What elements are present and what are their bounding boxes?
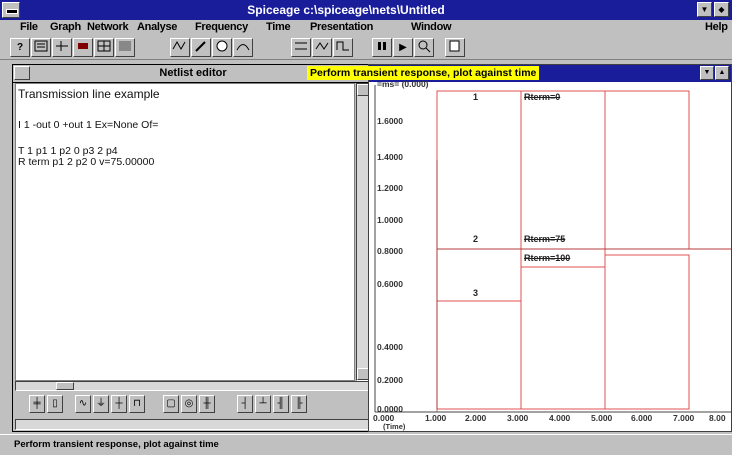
menu-presentation[interactable]: Presentation <box>310 21 373 33</box>
menu-window[interactable]: Window <box>411 21 452 33</box>
netlist-bottom-scrollbar[interactable] <box>15 419 371 430</box>
step-icon[interactable] <box>333 38 353 57</box>
status-text: Perform transient response, plot against… <box>14 439 219 450</box>
menu-file[interactable]: File <box>20 21 38 33</box>
time-icon[interactable] <box>312 38 332 57</box>
scroll-thumb[interactable] <box>56 382 74 390</box>
netlist-icon[interactable] <box>31 38 51 57</box>
cap-icon[interactable]: ╪ <box>29 395 45 413</box>
netlist-editor[interactable]: Transmission line example I 1 -out 0 +ou… <box>15 83 355 381</box>
netlist-line: R term p1 2 p2 0 v=75.00000 <box>18 156 155 168</box>
help-label: ? <box>16 42 24 53</box>
probe-comp-icon[interactable]: ┴ <box>255 395 271 413</box>
y-tick: 1.2000 <box>377 183 403 193</box>
annotation-label: Rterm=75 <box>524 234 566 244</box>
netlist-horizontal-scrollbar[interactable] <box>15 381 371 391</box>
restore-button[interactable]: ◆ <box>714 2 729 17</box>
x-tick: 4.000 <box>549 413 571 423</box>
ground-icon[interactable]: ⏚ <box>93 395 109 413</box>
netlist-line: Transmission line example <box>18 87 160 101</box>
trace-segment-3 <box>436 300 522 410</box>
x-tick: 5.000 <box>591 413 613 423</box>
menu-help[interactable]: Help <box>705 21 728 33</box>
segment-label: 1 <box>473 92 479 102</box>
run-label: ▶ <box>399 42 407 53</box>
segment-label: 3 <box>473 288 479 298</box>
plot-maximize-button[interactable]: ▲ <box>715 66 729 80</box>
trace-segment-3c <box>604 254 690 410</box>
y-tick: 0.4000 <box>377 342 403 352</box>
plot-area[interactable]: =ms= (0.000) 1.6000 1.4000 1.2000 1.0000… <box>369 79 731 431</box>
plot-window: Perform transient response, plot against… <box>307 64 732 432</box>
source-icon[interactable]: ⊓ <box>129 395 145 413</box>
plot-minimize-button[interactable]: ▼ <box>700 66 714 80</box>
status-bar: Perform transient response, plot against… <box>0 434 732 455</box>
x-tick: 1.000 <box>425 413 447 423</box>
x-tick: 6.000 <box>631 413 653 423</box>
grid-icon[interactable] <box>94 38 114 57</box>
port-icon[interactable]: ╢ <box>273 395 289 413</box>
x-axis-unit: (Time) <box>383 422 406 431</box>
export-icon[interactable] <box>445 38 465 57</box>
trace-segment-3b <box>520 266 606 410</box>
y-tick: 0.2000 <box>377 375 403 385</box>
menu-time[interactable]: Time <box>266 21 291 33</box>
pause-icon[interactable] <box>372 38 392 57</box>
inductor-icon[interactable]: ∿ <box>75 395 91 413</box>
y-tick: 1.0000 <box>377 215 403 225</box>
component-palette: ╪ ▯ ∿ ⏚ ┼ ⊓ ▢ ◎ ╫ ┤ ┴ ╢ ╟ <box>15 391 371 419</box>
wave-icon[interactable] <box>170 38 190 57</box>
netlist-line: I 1 -out 0 +out 1 Ex=None Of= <box>18 119 159 131</box>
circle-icon[interactable] <box>212 38 232 57</box>
x-tick: 7.000 <box>673 413 695 423</box>
x-tick: 8.00 <box>709 413 726 423</box>
plot-title: Perform transient response, plot against… <box>307 66 540 80</box>
coupler-icon[interactable]: ┤ <box>237 395 253 413</box>
menu-graph[interactable]: Graph <box>50 21 81 33</box>
probe-icon[interactable] <box>191 38 211 57</box>
help-icon[interactable]: ? <box>10 38 30 57</box>
port2-icon[interactable]: ╟ <box>291 395 307 413</box>
netlist-window: Netlist editor Transmission line example… <box>12 64 374 432</box>
trace-segment-1 <box>436 90 522 250</box>
zoom-icon[interactable] <box>414 38 434 57</box>
compare-icon[interactable] <box>291 38 311 57</box>
minimize-button[interactable]: ▼ <box>697 2 712 17</box>
annotation-label: Rterm=0 <box>524 92 561 102</box>
plot-header-label: =ms= (0.000) <box>377 79 429 89</box>
x-tick: 2.000 <box>465 413 487 423</box>
tline-icon[interactable]: ╫ <box>199 395 215 413</box>
resistor-icon[interactable]: ▯ <box>47 395 63 413</box>
y-tick: 0.8000 <box>377 246 403 256</box>
annotation-label: Rterm=100 <box>524 253 571 263</box>
title-bar: Spiceage c:\spiceage\nets\Untitled ▼ ◆ <box>0 0 732 20</box>
diode-icon[interactable]: ┼ <box>111 395 127 413</box>
graph-icon[interactable] <box>233 38 253 57</box>
meter-icon[interactable]: ◎ <box>181 395 197 413</box>
table-icon[interactable] <box>115 38 135 57</box>
trace-segment-1b <box>520 90 606 250</box>
network-icon[interactable] <box>52 38 72 57</box>
y-tick: 1.6000 <box>377 116 403 126</box>
menu-analyse[interactable]: Analyse <box>137 21 177 33</box>
menu-network[interactable]: Network <box>87 21 129 33</box>
y-tick: 1.4000 <box>377 152 403 162</box>
toolbar: ? ▶ <box>0 36 732 60</box>
x-tick: 3.000 <box>507 413 529 423</box>
window-title: Spiceage c:\spiceage\nets\Untitled <box>247 3 445 17</box>
y-tick: 0.6000 <box>377 279 403 289</box>
switch-icon[interactable]: ▢ <box>163 395 179 413</box>
menu-bar: File Graph Network Analyse Frequency Tim… <box>0 20 732 36</box>
menu-frequency[interactable]: Frequency <box>195 21 248 33</box>
trace-segment-1c <box>604 90 690 250</box>
component-icon[interactable] <box>73 38 93 57</box>
trace-segment-2 <box>436 248 522 302</box>
segment-label: 2 <box>473 234 479 244</box>
run-icon[interactable]: ▶ <box>393 38 413 57</box>
